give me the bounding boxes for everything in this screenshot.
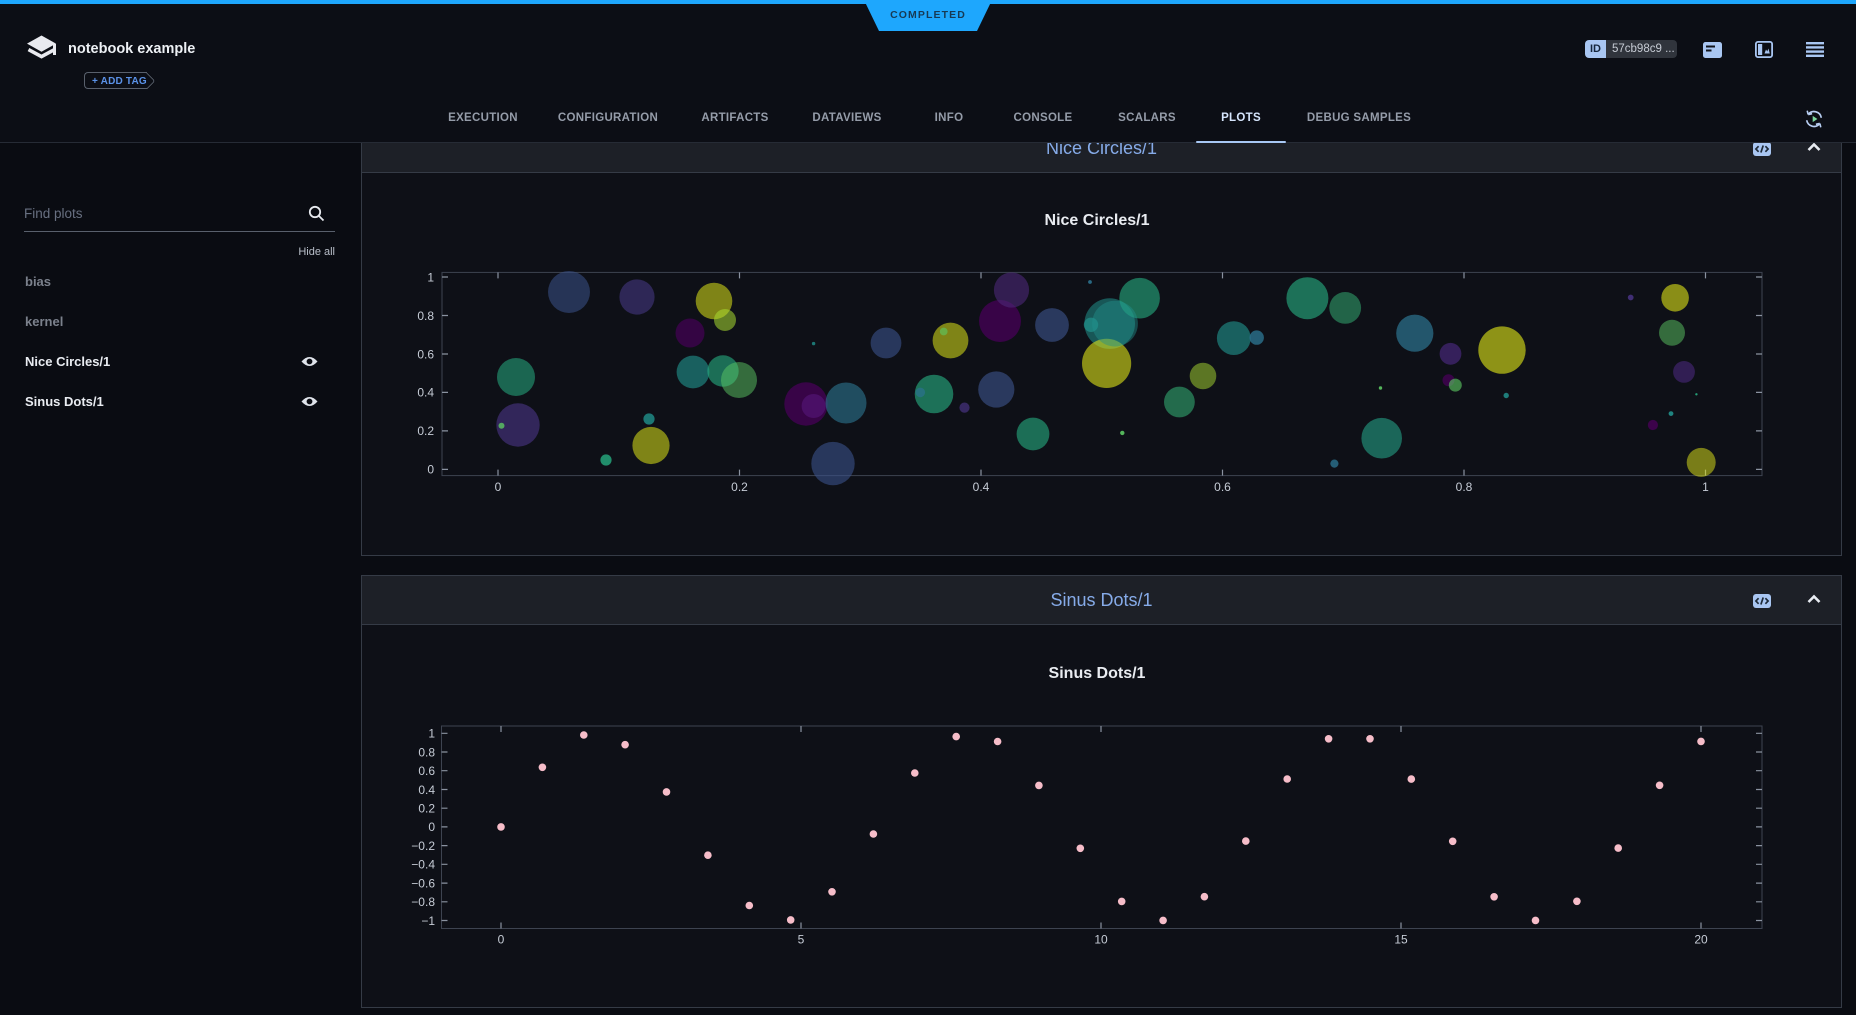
- svg-text:0.8: 0.8: [417, 309, 434, 323]
- svg-text:0.8: 0.8: [418, 745, 435, 759]
- svg-text:−0.2: −0.2: [411, 839, 435, 853]
- svg-text:1: 1: [428, 727, 435, 741]
- svg-text:−0.8: −0.8: [411, 895, 435, 909]
- svg-text:0: 0: [498, 933, 505, 947]
- svg-text:Nice Circles/1: Nice Circles/1: [1045, 212, 1150, 229]
- svg-text:Sinus Dots/1: Sinus Dots/1: [1049, 665, 1146, 682]
- svg-text:0.6: 0.6: [418, 764, 435, 778]
- svg-text:−1: −1: [421, 914, 435, 928]
- svg-text:0.6: 0.6: [417, 347, 434, 361]
- svg-text:0.2: 0.2: [731, 480, 748, 494]
- svg-text:−0.4: −0.4: [411, 858, 435, 872]
- svg-text:0: 0: [495, 480, 502, 494]
- svg-text:10: 10: [1094, 933, 1108, 947]
- svg-text:5: 5: [798, 933, 805, 947]
- svg-text:−0.6: −0.6: [411, 876, 435, 890]
- svg-text:0.4: 0.4: [418, 783, 435, 797]
- svg-text:0.8: 0.8: [1456, 480, 1473, 494]
- svg-text:1: 1: [427, 270, 434, 284]
- svg-text:0.4: 0.4: [973, 480, 990, 494]
- svg-text:0: 0: [428, 820, 435, 834]
- svg-text:0.4: 0.4: [417, 386, 434, 400]
- svg-text:0.6: 0.6: [1214, 480, 1231, 494]
- svg-text:0: 0: [427, 463, 434, 477]
- svg-text:15: 15: [1394, 933, 1408, 947]
- svg-text:20: 20: [1694, 933, 1708, 947]
- svg-text:0.2: 0.2: [418, 802, 435, 816]
- svg-text:0.2: 0.2: [417, 424, 434, 438]
- svg-text:1: 1: [1702, 480, 1709, 494]
